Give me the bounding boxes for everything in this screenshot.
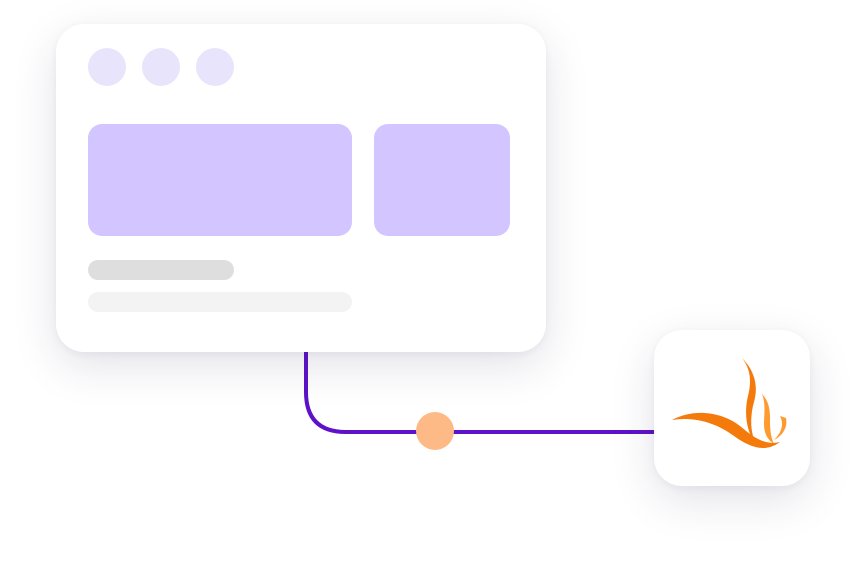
text-placeholder-line-1	[88, 260, 234, 280]
app-window-card	[56, 24, 546, 352]
text-placeholder-line-2	[88, 292, 352, 312]
app-icon-tile	[654, 330, 810, 486]
window-controls	[88, 48, 234, 86]
flow-node-dot	[416, 412, 454, 450]
content-panel-large	[88, 124, 352, 236]
content-panel-small	[374, 124, 510, 236]
window-dot-2	[142, 48, 180, 86]
window-dot-3	[196, 48, 234, 86]
flame-logo-icon	[672, 358, 787, 449]
window-dot-1	[88, 48, 126, 86]
integration-illustration	[0, 0, 866, 574]
